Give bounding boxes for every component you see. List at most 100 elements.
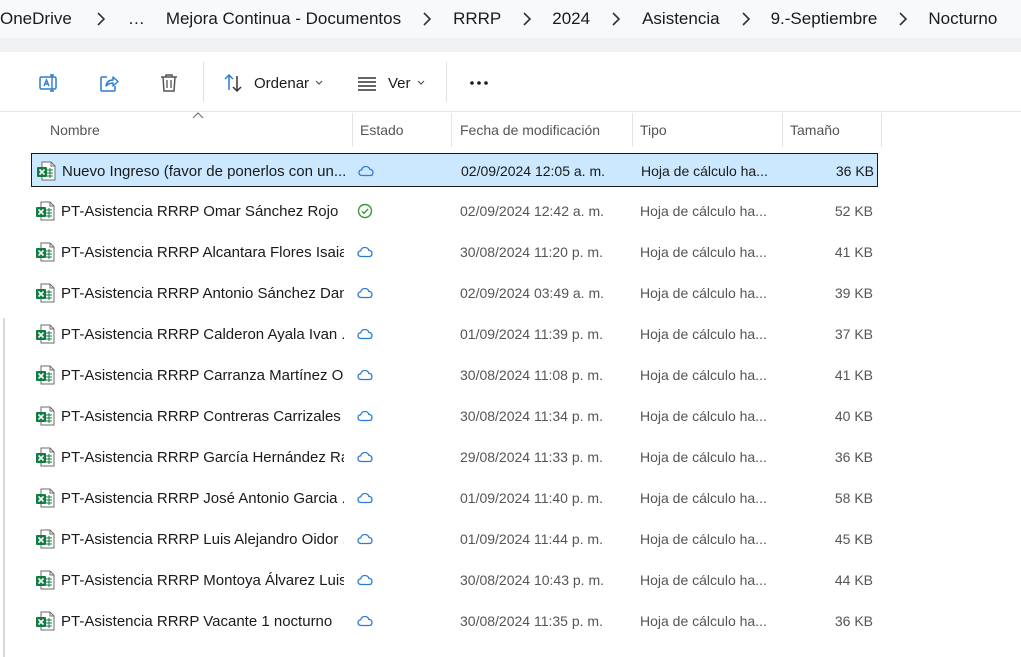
- file-row[interactable]: PT-Asistencia RRRP Luis Alejandro Oidor …: [31, 522, 878, 556]
- column-header-date[interactable]: Fecha de modificación: [460, 113, 630, 147]
- column-header-size[interactable]: Tamaño: [790, 113, 880, 147]
- breadcrumb-overflow-button[interactable]: …: [128, 9, 146, 29]
- status-cell: [357, 276, 387, 310]
- file-type: Hoja de cálculo ha...: [640, 244, 767, 260]
- chevron-down-icon: [417, 80, 424, 85]
- file-name: PT-Asistencia RRRP Alcantara Flores Isai…: [61, 243, 344, 261]
- column-divider[interactable]: [782, 113, 783, 147]
- file-size: 36 KB: [834, 613, 873, 629]
- share-button[interactable]: [92, 66, 126, 100]
- excel-file-icon: [36, 488, 55, 508]
- file-modified-date: 02/09/2024 12:05 a. m.: [461, 163, 605, 179]
- excel-file-icon: [36, 201, 55, 221]
- file-row[interactable]: PT-Asistencia RRRP Omar Sánchez Rojo 02/…: [31, 194, 878, 228]
- synced-check-icon: [357, 203, 373, 219]
- toolbar-top-band: [0, 38, 1021, 52]
- breadcrumb-2024[interactable]: 2024: [552, 9, 590, 29]
- command-bar: Ordenar Ver: [0, 52, 1021, 112]
- status-cell: [357, 194, 387, 228]
- column-divider[interactable]: [451, 113, 452, 147]
- breadcrumb-nocturno[interactable]: Nocturno: [928, 9, 997, 29]
- file-type: Hoja de cálculo ha...: [640, 285, 767, 301]
- file-modified-date: 02/09/2024 03:49 a. m.: [460, 285, 604, 301]
- view-list-icon: [358, 77, 376, 91]
- file-name: PT-Asistencia RRRP Luis Alejandro Oidor …: [61, 530, 344, 548]
- file-row[interactable]: PT-Asistencia RRRP Contreras Carrizales …: [31, 399, 878, 433]
- chevron-right-icon: [422, 12, 432, 26]
- file-modified-date: 29/08/2024 11:33 p. m.: [460, 449, 603, 465]
- file-name: PT-Asistencia RRRP Antonio Sánchez Dan..…: [61, 284, 344, 302]
- breadcrumb-septiembre[interactable]: 9.-Septiembre: [771, 9, 878, 29]
- view-label: Ver: [388, 74, 411, 92]
- chevron-right-icon: [96, 12, 106, 26]
- view-button[interactable]: Ver: [352, 66, 432, 100]
- file-name: PT-Asistencia RRRP Carranza Martínez Os.…: [61, 366, 344, 384]
- file-modified-date: 01/09/2024 11:44 p. m.: [460, 531, 603, 547]
- file-size: 40 KB: [834, 408, 873, 424]
- file-name: PT-Asistencia RRRP Vacante 1 nocturno: [61, 612, 333, 630]
- breadcrumb-mejora-continua[interactable]: Mejora Continua - Documentos: [166, 9, 401, 29]
- file-row[interactable]: PT-Asistencia RRRP García Hernández Raúl…: [31, 440, 878, 474]
- excel-file-icon: [36, 406, 55, 426]
- pane-divider: [3, 318, 5, 657]
- excel-file-icon: [36, 570, 55, 590]
- column-header-row: Nombre Estado Fecha de modificación Tipo…: [0, 112, 1021, 147]
- file-size: 41 KB: [834, 367, 873, 383]
- file-row[interactable]: PT-Asistencia RRRP Carranza Martínez Os.…: [31, 358, 878, 392]
- file-row[interactable]: PT-Asistencia RRRP Antonio Sánchez Dan..…: [31, 276, 878, 310]
- status-cell: [357, 522, 387, 556]
- file-modified-date: 30/08/2024 11:34 p. m.: [460, 408, 603, 424]
- column-header-type[interactable]: Tipo: [640, 113, 780, 147]
- file-name: PT-Asistencia RRRP Contreras Carrizales …: [61, 407, 344, 425]
- sort-button[interactable]: Ordenar: [218, 66, 328, 100]
- share-icon: [100, 76, 119, 92]
- column-header-name[interactable]: Nombre: [50, 113, 350, 147]
- excel-file-icon: [36, 529, 55, 549]
- file-size: 37 KB: [834, 326, 873, 342]
- cloud-icon: [357, 574, 373, 586]
- file-type: Hoja de cálculo ha...: [640, 572, 767, 588]
- file-modified-date: 02/09/2024 12:42 a. m.: [460, 203, 604, 219]
- file-size: 41 KB: [834, 244, 873, 260]
- sort-label: Ordenar: [254, 74, 310, 92]
- cloud-icon: [357, 369, 373, 381]
- rename-button[interactable]: [32, 66, 66, 100]
- column-divider[interactable]: [881, 113, 882, 147]
- chevron-right-icon: [611, 12, 621, 26]
- file-name: PT-Asistencia RRRP José Antonio Garcia .…: [61, 489, 344, 507]
- chevron-right-icon: [741, 12, 751, 26]
- file-size: 52 KB: [834, 203, 873, 219]
- file-size: 36 KB: [834, 449, 873, 465]
- excel-file-icon: [37, 161, 56, 181]
- file-row[interactable]: PT-Asistencia RRRP José Antonio Garcia .…: [31, 481, 878, 515]
- file-type: Hoja de cálculo ha...: [641, 163, 768, 179]
- sort-arrows-icon: [224, 73, 242, 93]
- cloud-icon: [357, 287, 373, 299]
- chevron-right-icon: [898, 12, 908, 26]
- excel-file-icon: [36, 324, 55, 344]
- trash-icon: [161, 74, 177, 92]
- breadcrumb-asistencia[interactable]: Asistencia: [642, 9, 719, 29]
- file-row[interactable]: PT-Asistencia RRRP Montoya Álvarez Luis.…: [31, 563, 878, 597]
- breadcrumb-rrrp[interactable]: RRRP: [453, 9, 501, 29]
- breadcrumb-onedrive[interactable]: OneDrive: [0, 9, 72, 29]
- column-divider[interactable]: [352, 113, 353, 147]
- more-horizontal-icon: [470, 81, 488, 85]
- cloud-icon: [358, 165, 374, 177]
- delete-button[interactable]: [152, 66, 186, 100]
- file-type: Hoja de cálculo ha...: [640, 408, 767, 424]
- file-row[interactable]: PT-Asistencia RRRP Vacante 1 nocturno 30…: [31, 604, 878, 638]
- chevron-down-icon: [315, 80, 323, 85]
- file-row[interactable]: Nuevo Ingreso (favor de ponerlos con un.…: [31, 153, 878, 187]
- column-divider[interactable]: [632, 113, 633, 147]
- file-row[interactable]: PT-Asistencia RRRP Alcantara Flores Isai…: [31, 235, 878, 269]
- cloud-icon: [357, 615, 373, 627]
- column-header-state[interactable]: Estado: [360, 113, 450, 147]
- file-row[interactable]: PT-Asistencia RRRP Calderon Ayala Ivan .…: [31, 317, 878, 351]
- status-cell: [357, 563, 387, 597]
- cloud-icon: [357, 328, 373, 340]
- file-modified-date: 30/08/2024 10:43 p. m.: [460, 572, 604, 588]
- cloud-icon: [357, 451, 373, 463]
- file-type: Hoja de cálculo ha...: [640, 367, 767, 383]
- more-options-button[interactable]: [462, 66, 496, 100]
